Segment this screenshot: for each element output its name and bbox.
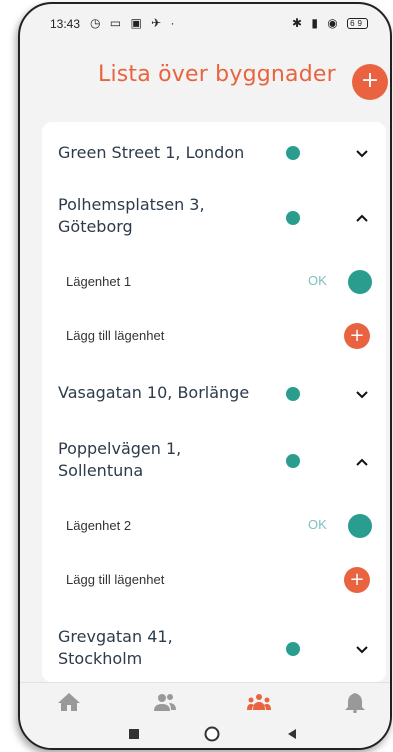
users-icon[interactable] [152, 691, 178, 713]
chevron-down-icon[interactable] [354, 644, 370, 656]
add-apartment-row[interactable]: Lägg till lägenhet + [42, 318, 386, 354]
building-name-line2: Sollentuna [58, 461, 144, 480]
system-icons: ✱ ▮ ◉ 69 [292, 16, 368, 30]
status-dot [286, 454, 300, 468]
bottom-tab-bar [20, 682, 390, 722]
building-item[interactable]: Grevgatan 41, Stockholm [42, 626, 386, 676]
building-name-line1: Poppelvägen 1, [58, 439, 182, 458]
apartment-status-toggle[interactable] [348, 514, 372, 538]
bell-icon[interactable] [342, 691, 368, 713]
circle-icon[interactable] [204, 726, 220, 742]
notification-icons: ◷ ▭ ▣ ✈ · [90, 16, 178, 30]
system-nav-bar [20, 722, 390, 748]
status-dot [286, 146, 300, 160]
apartment-status: OK [308, 273, 327, 288]
building-item[interactable]: Poppelvägen 1, Sollentuna [42, 438, 386, 488]
add-apartment-label: Lägg till lägenhet [66, 328, 165, 343]
group-icon[interactable] [246, 691, 272, 713]
add-apartment-row[interactable]: Lägg till lägenhet + [42, 562, 386, 598]
back-triangle-icon[interactable] [286, 728, 298, 740]
apartment-label: Lägenhet 2 [66, 518, 132, 533]
chevron-down-icon[interactable] [354, 148, 370, 160]
add-apartment-button[interactable]: + [344, 567, 370, 593]
building-name-line2: Göteborg [58, 217, 133, 236]
battery-icon: 69 [347, 18, 368, 30]
building-name-line2: Stockholm [58, 649, 143, 668]
status-dot [286, 211, 300, 225]
square-icon[interactable] [128, 728, 140, 740]
status-dot [286, 642, 300, 656]
apartment-status: OK [308, 517, 327, 532]
chevron-up-icon[interactable] [354, 456, 370, 468]
status-time: 13:43 [50, 17, 81, 31]
page-title: Lista över byggnader [98, 62, 336, 87]
apartment-label: Lägenhet 1 [66, 274, 132, 289]
apartment-item[interactable]: Lägenhet 2 OK [42, 508, 386, 544]
signal-wifi-icons: ✱ ▮ ◉ [291, 16, 341, 30]
building-name-line1: Polhemsplatsen 3, [58, 195, 205, 214]
building-list: Green Street 1, London Polhemsplatsen 3,… [42, 122, 386, 682]
building-item[interactable]: Polhemsplatsen 3, Göteborg [42, 194, 386, 244]
apartment-item[interactable]: Lägenhet 1 OK [42, 264, 386, 300]
apartment-status-toggle[interactable] [348, 270, 372, 294]
add-apartment-label: Lägg till lägenhet [66, 572, 165, 587]
phone-frame: 13:43 ◷ ▭ ▣ ✈ · ✱ ▮ ◉ 69 Lista över bygg… [18, 2, 392, 750]
add-building-button[interactable]: + [352, 64, 388, 100]
building-item[interactable]: Green Street 1, London [42, 122, 386, 176]
building-name: Green Street 1, London [58, 143, 245, 162]
chevron-down-icon[interactable] [354, 389, 370, 401]
status-bar: 13:43 ◷ ▭ ▣ ✈ · ✱ ▮ ◉ 69 [20, 4, 390, 34]
chevron-up-icon[interactable] [354, 212, 370, 224]
home-icon[interactable] [56, 691, 82, 713]
building-name: Vasagatan 10, Borlänge [58, 383, 250, 402]
status-dot [286, 387, 300, 401]
building-name-line1: Grevgatan 41, [58, 627, 173, 646]
add-apartment-button[interactable]: + [344, 323, 370, 349]
building-item[interactable]: Vasagatan 10, Borlänge [42, 372, 386, 412]
